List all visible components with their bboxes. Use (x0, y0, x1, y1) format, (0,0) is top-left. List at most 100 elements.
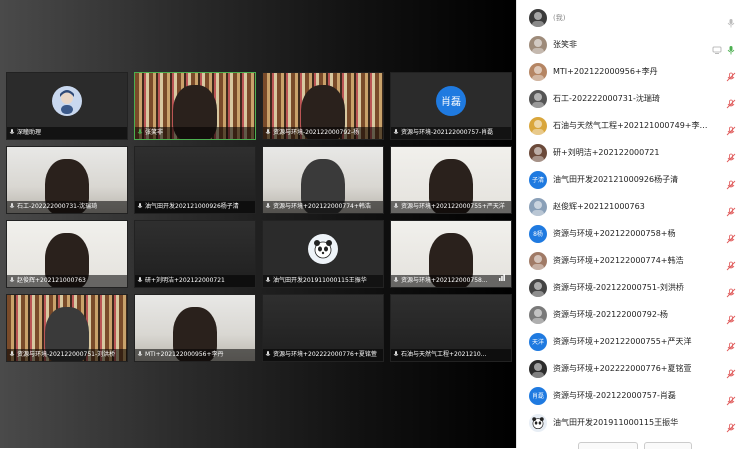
mic-muted-icon[interactable] (726, 67, 736, 81)
mic-muted-icon (393, 351, 401, 358)
mic-muted-icon[interactable] (726, 148, 736, 162)
user-avatar (52, 85, 82, 116)
video-tile[interactable]: 资源与环境-202122000792-杨 (262, 72, 384, 140)
participant-row[interactable]: 赵俊辉+202121000763 (517, 193, 745, 220)
tile-caption: 石油与天然气工程+2021210... (391, 349, 511, 361)
tile-caption: 资源与环境-202122000757-肖磊 (391, 127, 511, 139)
mic-on-icon[interactable] (726, 13, 736, 27)
video-tile[interactable]: 深瞳助理 (6, 72, 128, 140)
tile-caption: 油气田开发201911000115王振华 (263, 275, 383, 287)
participant-name: 深瞳助理 (17, 129, 42, 136)
mic-muted-icon (9, 129, 17, 136)
video-tile[interactable]: 资源与环境+202122000755+严天洋 (390, 146, 512, 214)
participant-row[interactable]: 油气田开发201911000115王振华 (517, 409, 745, 436)
participant-row[interactable]: MTI+202122000956+李丹 (517, 58, 745, 85)
participant-name: 资源与环境+202122000758+杨 (553, 229, 676, 238)
participant-name: 石工-202222000731-沈瑞琦 (17, 203, 98, 210)
avatar-label: 肖磊 (441, 97, 461, 109)
participants-panel: (我) 张笑非 MTI+202122000956+李丹石工-202222000731… (516, 0, 745, 448)
video-tile[interactable]: 资源与环境-202122000751-刘洪桥 (6, 294, 128, 362)
participant-avatar (529, 278, 547, 297)
mic-muted-icon[interactable] (726, 418, 736, 432)
user-avatar: 肖磊 (436, 85, 466, 116)
participant-name: 资源与环境-202122000792-杨 (553, 310, 668, 319)
participant-row[interactable]: 资源与环境-202122000751-刘洪桥 (517, 274, 745, 301)
mic-muted-icon[interactable] (726, 94, 736, 108)
participant-row[interactable]: 资源与环境+202122000774+韩浩 (517, 247, 745, 274)
tile-caption: 油气田开发202121000926杨子清 (135, 201, 255, 213)
avatar-label: 8杨 (533, 231, 543, 238)
participant-row[interactable]: 石油与天然气工程+202121000749+李晓... (517, 112, 745, 139)
mic-muted-icon[interactable] (726, 391, 736, 405)
participant-row[interactable]: 张笑非 (517, 31, 745, 58)
video-tile[interactable]: 赵俊辉+202121000763 (6, 220, 128, 288)
tile-caption: 资源与环境+202122000774+韩浩 (263, 201, 383, 213)
participant-name: MTI+202122000956+李丹 (553, 67, 658, 76)
mic-muted-icon (265, 351, 273, 358)
participant-name: 资源与环境+202122000758... (401, 277, 488, 284)
mic-muted-icon[interactable] (726, 364, 736, 378)
participant-name: 资源与环境-202122000757-肖磊 (553, 391, 676, 400)
video-tile[interactable]: 肖磊资源与环境-202122000757-肖磊 (390, 72, 512, 140)
participant-name: 资源与环境+202222000776+夏铭萱 (553, 364, 692, 373)
mic-muted-icon (137, 277, 145, 284)
tile-caption: 资源与环境+202222000776+夏铭萱 (263, 349, 383, 361)
mic-muted-icon[interactable] (726, 310, 736, 324)
participant-avatar (529, 251, 547, 270)
tile-caption: 赵俊辉+202121000763 (7, 275, 127, 287)
panel-footer-buttons (578, 442, 692, 449)
participant-name: 赵俊辉+202121000763 (17, 277, 86, 284)
mic-muted-icon[interactable] (726, 202, 736, 216)
video-tile[interactable]: 张笑非 (134, 72, 256, 140)
participant-avatar (529, 305, 547, 324)
mic-muted-icon[interactable] (726, 121, 736, 135)
participant-row[interactable]: 肖磊 资源与环境-202122000757-肖磊 (517, 382, 745, 409)
video-tile[interactable]: 研+刘明洁+202122000721 (134, 220, 256, 288)
participant-row[interactable]: (我) (517, 4, 745, 31)
participant-row[interactable]: 研+刘明洁+202122000721 (517, 139, 745, 166)
participant-name: 资源与环境-202122000751-刘洪桥 (553, 283, 684, 292)
video-tile[interactable]: 资源与环境+202222000776+夏铭萱 (262, 294, 384, 362)
participant-avatar (529, 62, 547, 81)
avatar-label: 天洋 (531, 339, 544, 346)
participant-name: 赵俊辉+202121000763 (553, 202, 645, 211)
mic-muted-icon (9, 203, 17, 210)
participant-row[interactable]: 子清 油气田开发202121000926杨子清 (517, 166, 745, 193)
participant-avatar: 天洋 (529, 332, 547, 351)
video-tile[interactable]: 资源与环境+202122000774+韩浩 (262, 146, 384, 214)
video-tile[interactable]: 资源与环境+202122000758... (390, 220, 512, 288)
participant-name: 石油与天然气工程+202121000749+李晓... (553, 121, 713, 130)
mic-muted-icon[interactable] (726, 229, 736, 243)
video-tile[interactable]: 油气田开发202121000926杨子清 (134, 146, 256, 214)
participant-row[interactable]: 天洋 资源与环境+202122000755+严天洋 (517, 328, 745, 355)
participant-name: 油气田开发201911000115王振华 (273, 277, 367, 284)
video-tile[interactable]: MTI+202122000956+李丹 (134, 294, 256, 362)
participant-row[interactable]: 资源与环境+202222000776+夏铭萱 (517, 355, 745, 382)
video-tile[interactable]: 石工-202222000731-沈瑞琦 (6, 146, 128, 214)
mic-muted-icon[interactable] (726, 337, 736, 351)
video-gallery: 深瞳助理 张笑非 资源与环境-202122000792-杨 肖磊 资源与环境-20212… (0, 0, 516, 448)
screen-share-icon[interactable] (712, 40, 722, 54)
participant-name: 研+刘明洁+202122000721 (553, 148, 660, 157)
tile-caption: 资源与环境+202122000755+严天洋 (391, 201, 511, 213)
participant-row[interactable]: 8杨 资源与环境+202122000758+杨 (517, 220, 745, 247)
video-tile[interactable]: 石油与天然气工程+2021210... (390, 294, 512, 362)
participant-avatar (529, 143, 547, 162)
participant-avatar (529, 413, 547, 432)
participant-name: 油气田开发202121000926杨子清 (553, 175, 679, 184)
mic-muted-icon (265, 277, 273, 284)
avatar-label: 肖磊 (531, 393, 544, 400)
video-tile[interactable]: 油气田开发201911000115王振华 (262, 220, 384, 288)
mic-muted-icon[interactable] (726, 256, 736, 270)
participant-row[interactable]: 石工-202222000731-沈瑞琦 (517, 85, 745, 112)
mic-on-icon (137, 129, 145, 136)
mic-muted-icon[interactable] (726, 175, 736, 189)
tile-caption: 资源与环境-202122000792-杨 (263, 127, 383, 139)
panda-avatar-icon (308, 233, 338, 264)
participant-name: 石油与天然气工程+2021210... (401, 351, 487, 358)
mic-on-icon[interactable] (726, 40, 736, 54)
mic-muted-icon[interactable] (726, 283, 736, 297)
participant-row[interactable]: 资源与环境-202122000792-杨 (517, 301, 745, 328)
mic-muted-icon (137, 351, 145, 358)
participant-name: 张笑非 (553, 40, 577, 49)
